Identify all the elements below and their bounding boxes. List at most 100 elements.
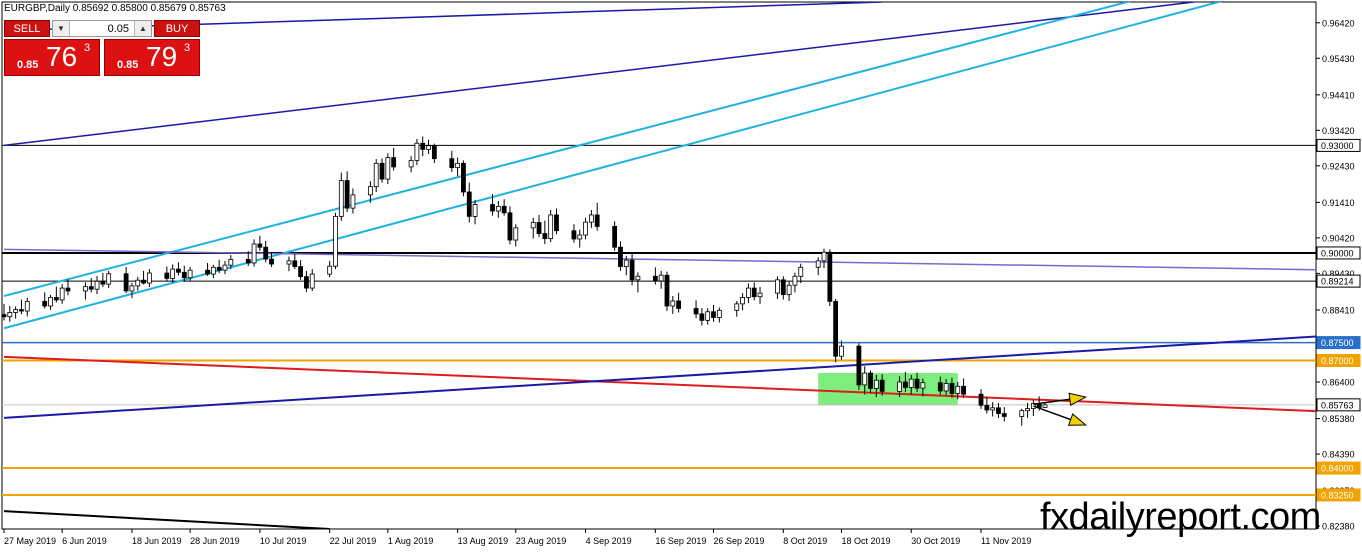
y-tick-label: 0.96420: [1322, 18, 1355, 28]
buy-button[interactable]: BUY: [154, 20, 200, 37]
candle-body: [88, 286, 94, 290]
candle-body: [577, 234, 583, 240]
candle-body: [734, 303, 740, 311]
candle-body: [530, 222, 536, 229]
y-tick-label: 0.95430: [1322, 54, 1355, 64]
candle-body: [48, 297, 53, 307]
candle-body: [385, 157, 391, 180]
candle-body: [141, 279, 146, 284]
plot-frame: [1, 1, 1317, 530]
buy-price-pips: 79: [146, 41, 178, 72]
candle-body: [693, 308, 699, 315]
y-tick-label: 0.91410: [1322, 198, 1355, 208]
candle-body: [181, 271, 187, 279]
candle-body: [431, 145, 437, 160]
lot-increase-icon[interactable]: ▲: [134, 21, 151, 36]
candle-body: [554, 214, 559, 232]
candle-body: [408, 160, 414, 168]
x-tick-label: 11 Nov 2019: [981, 536, 1031, 546]
level-price-tag: 0.87000: [1321, 356, 1354, 366]
price-chart[interactable]: 0.96420 0.95430 0.94410 0.93420 0.92430 0.914…: [0, 0, 1362, 552]
candle-body: [490, 204, 495, 212]
candle-body: [542, 233, 548, 240]
candle-body: [548, 214, 554, 240]
candle-body: [501, 205, 507, 214]
candle-body: [379, 162, 385, 180]
candle-body: [937, 382, 943, 392]
candle-body: [135, 279, 141, 287]
candle-body: [821, 251, 827, 262]
level-price-tag: 0.84000: [1321, 464, 1354, 474]
candle-body: [670, 300, 676, 307]
candle-body: [629, 259, 635, 281]
lot-size-stepper: ▼ ▲: [52, 20, 152, 37]
candle-body: [868, 372, 873, 389]
candle-body: [792, 275, 798, 286]
candle-body: [623, 259, 629, 267]
watermark: fxdailyreport.com: [1040, 496, 1321, 538]
candle-body: [897, 381, 903, 392]
candle-body: [903, 381, 908, 388]
candle-body: [373, 162, 379, 188]
candle-body: [100, 280, 106, 285]
sell-button[interactable]: SELL: [4, 20, 50, 37]
x-tick-label: 10 Jul 2019: [260, 536, 307, 546]
consolidation-zone: [818, 373, 958, 406]
buy-price-button[interactable]: 0.85 79 3: [104, 39, 200, 76]
x-tick-label: 8 Oct 2019: [783, 536, 827, 546]
candle-body: [536, 222, 542, 234]
x-tick-label: 1 Aug 2019: [388, 536, 434, 546]
sell-price-button[interactable]: 0.85 76 3: [4, 39, 100, 76]
candle-body: [350, 194, 356, 209]
level-price-tag: 0.83250: [1321, 490, 1354, 500]
candle-body: [391, 157, 397, 168]
candle-body: [1019, 410, 1025, 417]
lot-size-input[interactable]: [71, 21, 133, 36]
candle-body: [216, 266, 222, 271]
candle-body: [815, 260, 821, 268]
candle-body: [961, 385, 966, 395]
buy-price-prefix: 0.85: [117, 59, 139, 71]
candle-body: [984, 404, 990, 411]
candle-body: [920, 382, 926, 389]
candle-body: [996, 407, 1001, 414]
candle-body: [833, 300, 839, 357]
candle-body: [245, 259, 251, 264]
candle-body: [7, 312, 13, 318]
candle-body: [94, 280, 100, 290]
candle-body: [751, 287, 757, 298]
candle-body: [53, 297, 59, 301]
sell-price-pips: 76: [46, 41, 78, 72]
candle-body: [344, 180, 350, 209]
candle-body: [699, 313, 705, 321]
x-tick-label: 30 Oct 2019: [911, 536, 960, 546]
candle-body: [583, 221, 588, 236]
candle-body: [65, 287, 71, 292]
candle-body: [472, 204, 478, 217]
candle-body: [775, 279, 780, 294]
lot-decrease-icon[interactable]: ▼: [53, 21, 70, 36]
candle-body: [205, 269, 210, 275]
candle-body: [658, 274, 664, 282]
x-tick-label: 18 Oct 2019: [841, 536, 890, 546]
candle-body: [780, 279, 786, 295]
level-price-tag: 0.89214: [1321, 277, 1354, 287]
candle-body: [990, 407, 996, 411]
y-tick-label: 0.82380: [1322, 522, 1355, 532]
candle-body: [461, 162, 466, 193]
sell-price-prefix: 0.85: [17, 59, 39, 71]
candle-body: [83, 286, 88, 292]
candle-body: [1042, 404, 1048, 408]
candle-body: [286, 260, 292, 265]
candle-body: [187, 269, 193, 279]
candle-body: [367, 186, 373, 196]
candle-body: [455, 162, 461, 169]
candle-body: [176, 268, 181, 273]
candle-body: [943, 383, 949, 392]
candle-body: [309, 273, 315, 289]
level-price-tag: 0.87500: [1321, 338, 1354, 348]
candle-body: [513, 227, 519, 241]
level-price-tag: 0.93000: [1321, 141, 1354, 151]
candle-body: [1025, 408, 1030, 412]
candle-body: [612, 226, 618, 248]
